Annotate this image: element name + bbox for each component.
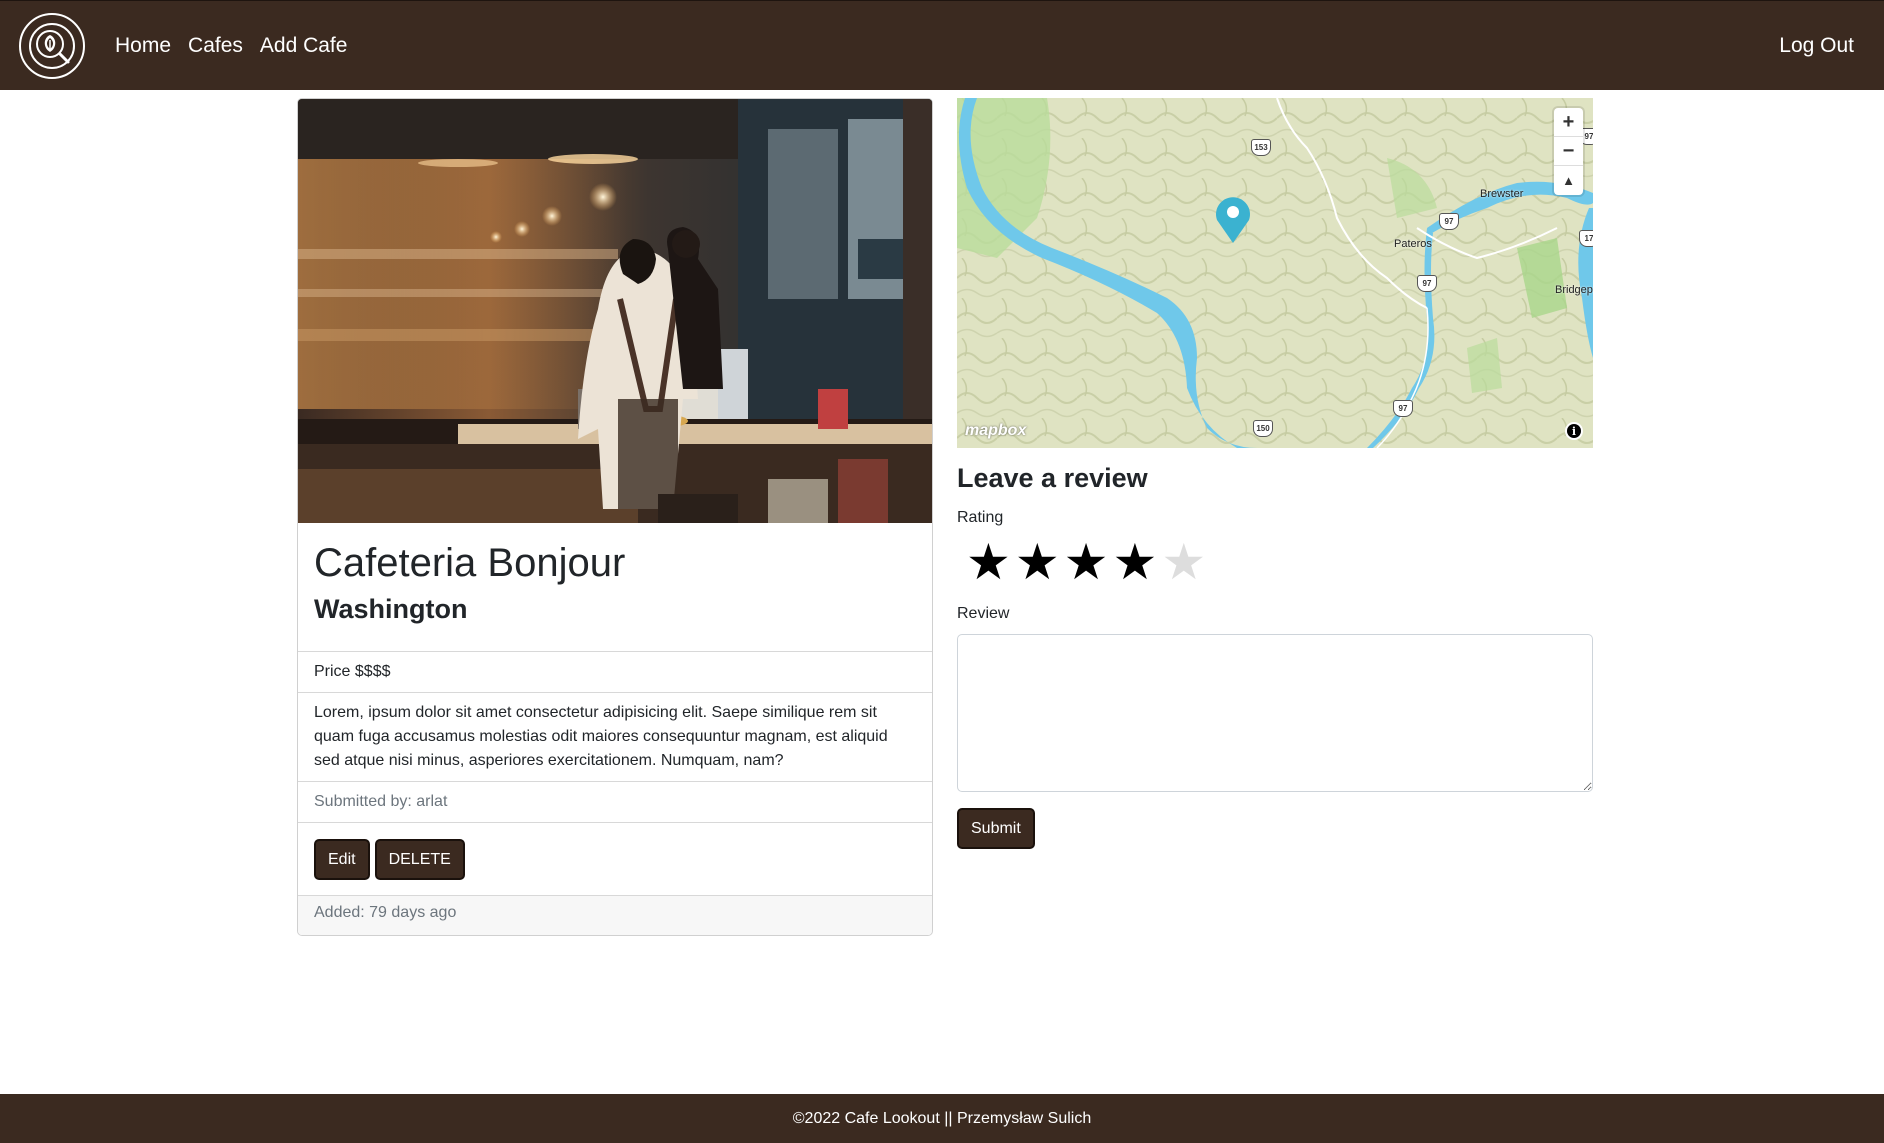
cafe-description: Lorem, ipsum dolor sit amet consectetur … bbox=[298, 692, 932, 781]
edit-button[interactable]: Edit bbox=[314, 839, 370, 880]
review-form-title: Leave a review bbox=[957, 463, 1148, 493]
cafe-actions: Edit DELETE bbox=[298, 822, 932, 895]
logout-link[interactable]: Log Out bbox=[1779, 34, 1854, 58]
map-terrain bbox=[957, 98, 1593, 448]
map-attribution-info-button[interactable]: i bbox=[1565, 422, 1583, 440]
rating-star-1-icon[interactable]: ★ bbox=[966, 536, 1011, 588]
cafe-card-header: Cafeteria Bonjour Washington bbox=[298, 523, 932, 651]
route-shield: 150 bbox=[1253, 420, 1273, 437]
map-label-pateros: Pateros bbox=[1394, 238, 1432, 250]
route-shield: 153 bbox=[1251, 139, 1271, 156]
nav-home-link[interactable]: Home bbox=[115, 34, 171, 58]
zoom-in-button[interactable]: + bbox=[1554, 108, 1583, 137]
info-icon: i bbox=[1567, 424, 1581, 438]
cafe-photo bbox=[298, 99, 932, 523]
nav-links: Home Cafes Add Cafe bbox=[115, 1, 347, 91]
delete-button[interactable]: DELETE bbox=[374, 839, 465, 880]
rating-stars: ★ ★ ★ ★ ★ bbox=[966, 536, 1206, 588]
route-shield: 97 bbox=[1417, 275, 1437, 292]
rating-label: Rating bbox=[957, 509, 1004, 526]
submit-review-button[interactable]: Submit bbox=[957, 808, 1035, 849]
cafe-location: Washington bbox=[314, 594, 468, 624]
compass-button[interactable]: ▲ bbox=[1554, 166, 1583, 195]
review-label: Review bbox=[957, 605, 1010, 622]
cafe-title: Cafeteria Bonjour bbox=[314, 541, 626, 585]
nav-add-cafe-link[interactable]: Add Cafe bbox=[260, 34, 348, 58]
nav-cafes-link[interactable]: Cafes bbox=[188, 34, 243, 58]
route-shield: 97 bbox=[1439, 213, 1459, 230]
rating-star-2-icon[interactable]: ★ bbox=[1015, 536, 1060, 588]
cafe-map[interactable]: 153 97 97 97 150 17 97 Brewster Pateros … bbox=[957, 98, 1593, 448]
rating-star-3-icon[interactable]: ★ bbox=[1064, 536, 1109, 588]
cafe-added-date: Added: 79 days ago bbox=[298, 895, 932, 935]
cafe-submitted-by: Submitted by: arlat bbox=[298, 781, 932, 822]
route-shield: 97 bbox=[1393, 400, 1413, 417]
top-navbar: Home Cafes Add Cafe Log Out bbox=[0, 0, 1884, 90]
mapbox-logo[interactable]: mapbox bbox=[965, 422, 1026, 440]
rating-star-5-icon[interactable]: ★ bbox=[1161, 536, 1206, 588]
review-textarea[interactable] bbox=[957, 634, 1593, 792]
route-shield: 17 bbox=[1579, 230, 1593, 247]
map-label-bridgeport: Bridgep bbox=[1555, 284, 1593, 296]
cafe-card: Cafeteria Bonjour Washington Price $$$$ … bbox=[297, 98, 933, 936]
rating-star-4-icon[interactable]: ★ bbox=[1112, 536, 1157, 588]
coffee-logo-icon[interactable] bbox=[19, 13, 85, 79]
page-footer: ©2022 Cafe Lookout || Przemysław Sulich bbox=[0, 1094, 1884, 1143]
map-label-brewster: Brewster bbox=[1480, 188, 1524, 200]
zoom-out-button[interactable]: − bbox=[1554, 137, 1583, 166]
cafe-price: Price $$$$ bbox=[298, 651, 932, 692]
map-controls: + − ▲ bbox=[1554, 108, 1583, 195]
